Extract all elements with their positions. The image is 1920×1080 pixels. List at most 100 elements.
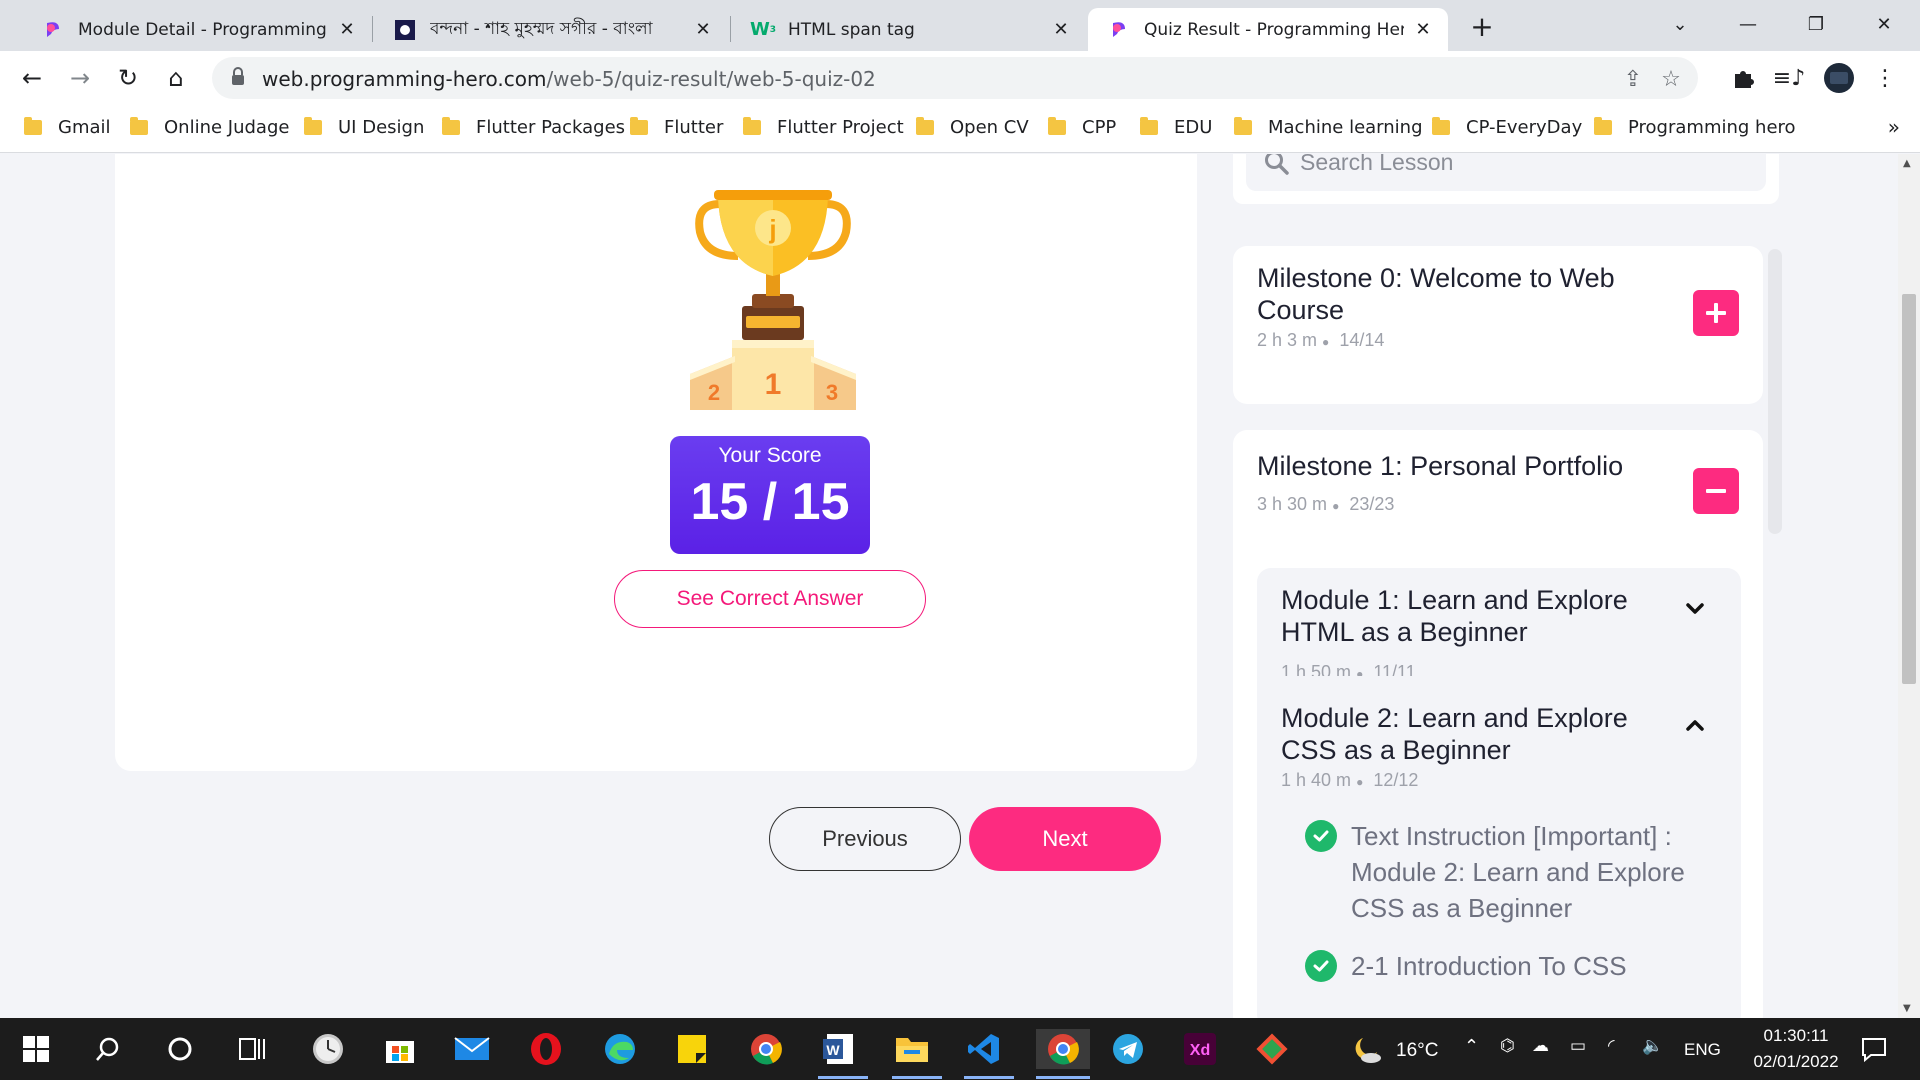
chrome-icon[interactable] — [746, 1029, 786, 1069]
wifi-icon[interactable]: ◜ — [1608, 1036, 1615, 1056]
tab-separator — [730, 16, 731, 42]
tray-overflow-chevron-icon[interactable]: ⌃ — [1464, 1036, 1479, 1057]
new-tab-plus-icon[interactable]: + — [1466, 10, 1498, 43]
cortana-icon[interactable] — [160, 1029, 200, 1069]
folder-icon — [743, 117, 761, 135]
word-icon[interactable]: W — [818, 1029, 858, 1069]
mail-icon[interactable] — [452, 1029, 492, 1069]
microsoft-store-icon[interactable] — [380, 1029, 420, 1069]
task-view-icon[interactable] — [232, 1029, 272, 1069]
clock-time[interactable]: 01:30:11 — [1746, 1026, 1846, 1046]
reload-icon[interactable]: ↻ — [112, 62, 144, 94]
chevron-down-icon[interactable] — [1683, 596, 1707, 620]
vscode-icon[interactable] — [964, 1029, 1004, 1069]
lesson-item[interactable]: Text Instruction [Important] : Module 2:… — [1305, 818, 1725, 926]
home-icon[interactable]: ⌂ — [160, 62, 192, 94]
close-tab-icon[interactable]: ✕ — [336, 19, 358, 41]
close-window-icon[interactable]: ✕ — [1864, 8, 1904, 40]
tab-search-chevron-icon[interactable]: ⌄ — [1660, 8, 1700, 40]
folder-icon — [442, 117, 460, 135]
weather-temperature[interactable]: 16°C — [1396, 1040, 1438, 1062]
share-icon[interactable]: ⇪ — [1620, 66, 1646, 92]
meet-now-icon[interactable]: ⌬ — [1500, 1036, 1515, 1056]
folder-icon — [916, 117, 934, 135]
folder-icon — [304, 117, 322, 135]
bookmark-gmail[interactable]: Gmail — [24, 117, 111, 138]
bookmark-star-icon[interactable]: ☆ — [1658, 66, 1684, 92]
language-indicator[interactable]: ENG — [1684, 1040, 1721, 1060]
tab-title: Module Detail - Programming Hero — [78, 19, 328, 40]
clock-date[interactable]: 02/01/2022 — [1736, 1052, 1856, 1072]
onedrive-cloud-icon[interactable]: ☁ — [1532, 1036, 1549, 1056]
bookmark-cp-everyday[interactable]: CP-EveryDay — [1432, 117, 1582, 138]
page-content: 1 2 3 j Your Score 15 / 15 See Correct A… — [0, 154, 1898, 1018]
address-bar[interactable]: web.programming-hero.com/web-5/quiz-resu… — [212, 57, 1698, 99]
bookmark-edu[interactable]: EDU — [1140, 117, 1212, 138]
battery-icon[interactable]: ▭ — [1570, 1036, 1586, 1056]
scroll-up-arrow-icon[interactable]: ▲ — [1903, 158, 1911, 169]
milestone-0-card[interactable]: Milestone 0: Welcome to Web Course 2 h 3… — [1233, 246, 1763, 404]
bookmark-flutter-project[interactable]: Flutter Project — [743, 117, 904, 138]
scroll-down-arrow-icon[interactable]: ▼ — [1903, 1003, 1911, 1014]
see-correct-answer-button[interactable]: See Correct Answer — [614, 570, 926, 628]
notification-center-icon[interactable] — [1854, 1029, 1894, 1069]
score-label: Your Score — [718, 444, 822, 467]
forward-arrow-icon[interactable]: → — [64, 62, 96, 94]
sidebar-scrollbar[interactable] — [1768, 249, 1782, 534]
scrollbar-thumb[interactable] — [1902, 294, 1916, 684]
bookmark-programming-hero[interactable]: Programming hero — [1594, 117, 1796, 138]
volume-icon[interactable]: 🔈 — [1642, 1036, 1663, 1056]
git-icon[interactable] — [1252, 1029, 1292, 1069]
lock-icon[interactable] — [230, 67, 246, 91]
chevron-up-icon[interactable] — [1683, 714, 1707, 738]
tab-quiz-result[interactable]: Quiz Result - Programming Hero ✕ — [1088, 8, 1448, 51]
tab-bandana[interactable]: বন্দনা - শাহ মুহম্মদ সগীর - বাংলা ✕ — [374, 8, 728, 51]
back-arrow-icon[interactable]: ← — [16, 62, 48, 94]
tab-module-detail[interactable]: Module Detail - Programming Hero ✕ — [22, 8, 372, 51]
bookmark-flutter[interactable]: Flutter — [630, 117, 723, 138]
next-button[interactable]: Next — [969, 807, 1161, 871]
bookmark-ui-design[interactable]: UI Design — [304, 117, 424, 138]
previous-button[interactable]: Previous — [769, 807, 961, 871]
restore-icon[interactable]: ❐ — [1796, 8, 1836, 40]
milestone-meta: 3 h 30 m ● 23/23 — [1257, 494, 1395, 514]
quiz-result-card: 1 2 3 j Your Score 15 / 15 See Correct A… — [115, 154, 1197, 771]
chrome-menu-icon[interactable]: ⋮ — [1870, 63, 1900, 93]
page-scrollbar[interactable]: ▲ ▼ — [1898, 154, 1920, 1018]
extensions-puzzle-icon[interactable] — [1728, 63, 1758, 93]
svg-text:W: W — [826, 1042, 840, 1058]
clock-app-icon[interactable] — [308, 1029, 348, 1069]
bookmark-cpp[interactable]: CPP — [1048, 117, 1116, 138]
milestone-title: Milestone 1: Personal Portfolio — [1257, 451, 1624, 481]
opera-icon[interactable] — [526, 1029, 566, 1069]
edge-icon[interactable] — [600, 1029, 640, 1069]
folder-icon — [630, 117, 648, 135]
collapse-minus-icon[interactable] — [1693, 468, 1739, 514]
sticky-notes-icon[interactable] — [672, 1029, 712, 1069]
minimize-icon[interactable]: — — [1728, 8, 1768, 40]
close-tab-icon[interactable]: ✕ — [692, 19, 714, 41]
search-lesson-input[interactable]: Search Lesson — [1246, 154, 1766, 191]
tab-html-span[interactable]: W3 HTML span tag ✕ — [732, 8, 1086, 51]
chrome-active-icon[interactable] — [1036, 1029, 1090, 1069]
bookmark-machine-learning[interactable]: Machine learning — [1234, 117, 1423, 138]
close-tab-icon[interactable]: ✕ — [1412, 19, 1434, 41]
telegram-icon[interactable] — [1108, 1029, 1148, 1069]
close-tab-icon[interactable]: ✕ — [1050, 19, 1072, 41]
file-explorer-icon[interactable] — [892, 1029, 932, 1069]
adobe-xd-icon[interactable]: Xd — [1180, 1029, 1220, 1069]
bookmark-open-cv[interactable]: Open CV — [916, 117, 1029, 138]
bookmark-online-judage[interactable]: Online Judage — [130, 117, 289, 138]
weather-moon-icon[interactable] — [1346, 1029, 1386, 1069]
windows-start-icon[interactable] — [16, 1029, 56, 1069]
bookmark-flutter-packages[interactable]: Flutter Packages — [442, 117, 625, 138]
search-icon[interactable] — [88, 1029, 128, 1069]
more-bookmarks-chevron-icon[interactable]: » — [1888, 115, 1900, 139]
media-control-icon[interactable]: ≡♪ — [1773, 63, 1805, 93]
url-text: web.programming-hero.com/web-5/quiz-resu… — [262, 67, 876, 91]
profile-avatar[interactable] — [1824, 63, 1854, 93]
lesson-item[interactable]: 2-1 Introduction To CSS — [1305, 948, 1725, 984]
folder-icon — [1048, 117, 1066, 135]
tab-title: Quiz Result - Programming Hero — [1144, 19, 1404, 40]
expand-plus-icon[interactable] — [1693, 290, 1739, 336]
